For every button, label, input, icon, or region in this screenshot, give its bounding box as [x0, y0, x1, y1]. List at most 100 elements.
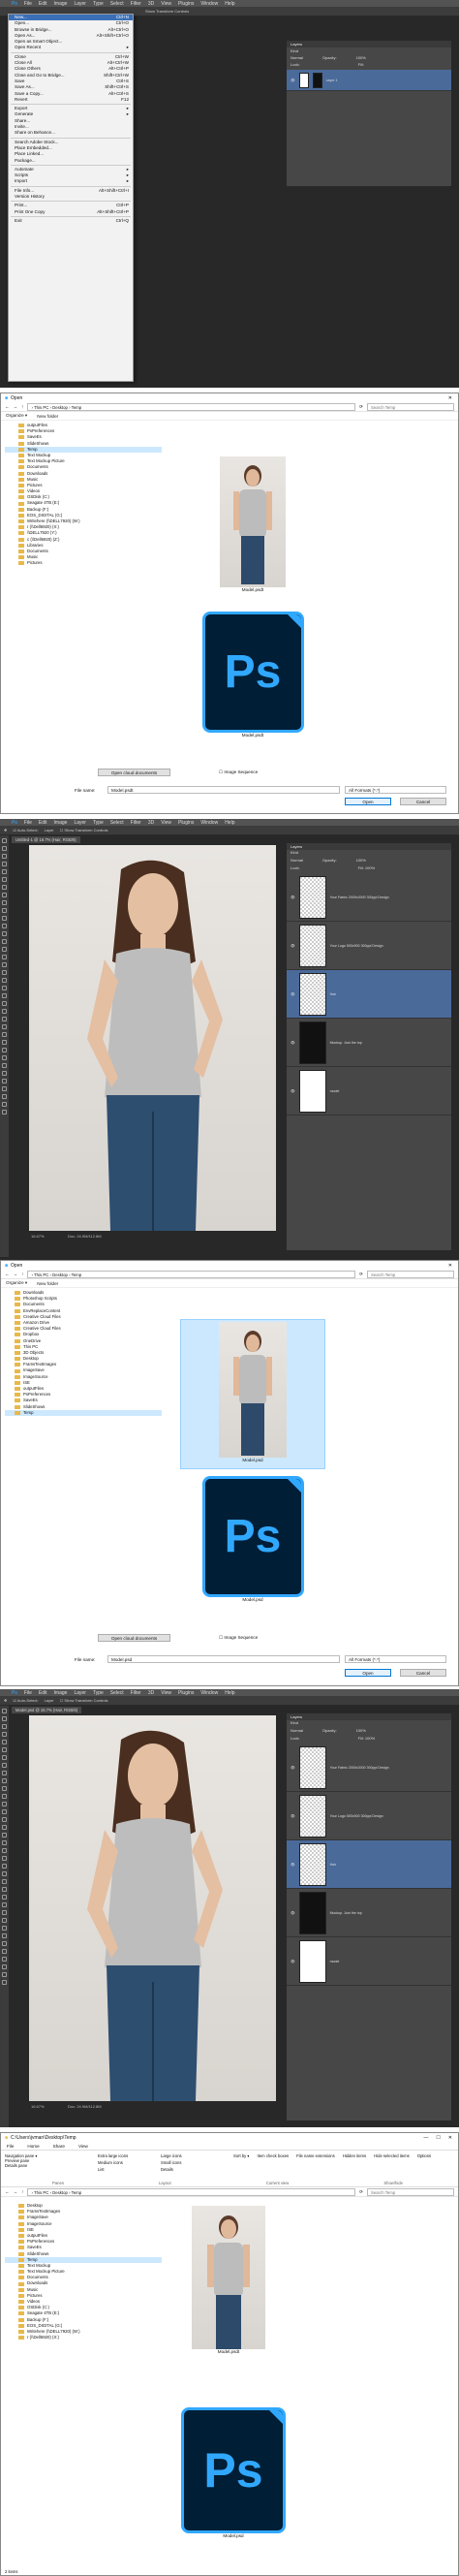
- forward-icon[interactable]: →: [14, 1272, 18, 1276]
- menu-filter[interactable]: Filter: [131, 1690, 141, 1696]
- tool-icon[interactable]: [2, 1055, 7, 1060]
- kind-filter[interactable]: Kind: [291, 850, 298, 855]
- opacity-value[interactable]: 100%: [356, 858, 366, 865]
- menu-filter[interactable]: Filter: [131, 1, 141, 7]
- tool-icon[interactable]: [2, 1802, 7, 1806]
- tool-icon[interactable]: [2, 1110, 7, 1115]
- menu-filter[interactable]: Filter: [131, 820, 141, 826]
- layout-option[interactable]: Extra large icons: [98, 2153, 161, 2158]
- canvas[interactable]: [29, 845, 276, 1231]
- ribbon-tab-view[interactable]: View: [78, 2144, 88, 2149]
- transform-checkbox[interactable]: Show Transform Controls: [145, 9, 189, 14]
- tool-icon[interactable]: [2, 893, 7, 897]
- image-sequence-checkbox[interactable]: ☐ Image Sequence: [219, 1635, 258, 1641]
- cancel-button[interactable]: Cancel: [400, 798, 446, 805]
- tool-icon[interactable]: [2, 955, 7, 959]
- menu-plugins[interactable]: Plugins: [178, 1, 194, 7]
- eye-icon[interactable]: 👁: [291, 1814, 295, 1818]
- eye-icon[interactable]: 👁: [291, 1089, 295, 1093]
- search-input[interactable]: Search Temp: [367, 402, 454, 411]
- eye-icon[interactable]: 👁: [291, 1911, 295, 1915]
- menu-help[interactable]: Help: [225, 1, 234, 7]
- tool-icon[interactable]: [2, 838, 7, 843]
- canvas[interactable]: [29, 1715, 276, 2101]
- menu-item[interactable]: Open Recent ▸: [9, 45, 133, 50]
- tool-icon[interactable]: [2, 970, 7, 975]
- ribbon-tab-share[interactable]: Share: [53, 2144, 65, 2149]
- up-icon[interactable]: ↑: [21, 1272, 23, 1276]
- tool-icon[interactable]: [2, 1079, 7, 1084]
- menu-layer[interactable]: Layer: [74, 1, 86, 7]
- close-icon[interactable]: ✕: [448, 1263, 452, 1269]
- menu-image[interactable]: Image: [54, 1690, 68, 1696]
- path-box[interactable]: › This PC › Desktop › Temp: [27, 2187, 356, 2196]
- tool-icon[interactable]: [2, 1094, 7, 1099]
- tool-icon[interactable]: [2, 908, 7, 913]
- path-box[interactable]: › This PC › Desktop › Temp: [27, 1270, 356, 1278]
- forward-icon[interactable]: →: [14, 2189, 18, 2194]
- tool-icon[interactable]: [2, 1833, 7, 1838]
- new-folder-button[interactable]: New folder: [37, 414, 58, 419]
- menu-help[interactable]: Help: [225, 820, 234, 826]
- document-tab[interactable]: Model.psd @ 16.7% (Hair, RGB/8): [12, 1707, 82, 1713]
- tool-icon[interactable]: [2, 1918, 7, 1923]
- tool-icon[interactable]: [2, 986, 7, 990]
- tool-icon[interactable]: [2, 947, 7, 952]
- auto-select-checkbox[interactable]: ☑ Auto-Select:: [13, 828, 38, 832]
- tool-icon[interactable]: [2, 1024, 7, 1029]
- tool-icon[interactable]: [2, 1102, 7, 1107]
- layer-row[interactable]: 👁 Your Logo 500x500 300ppi Design: [287, 922, 451, 970]
- open-cloud-button[interactable]: Open cloud documents: [98, 769, 170, 776]
- format-select[interactable]: All Formats (*.*): [345, 1655, 446, 1663]
- organize-button[interactable]: Organize ▾: [6, 1280, 27, 1286]
- tool-icon[interactable]: [2, 1856, 7, 1861]
- layer-row[interactable]: 👁 Layer 1: [287, 70, 451, 91]
- menu-item[interactable]: Print One Copy Alt+Shift+Ctrl+P: [9, 209, 133, 215]
- blend-mode[interactable]: Normal: [291, 55, 303, 60]
- tool-icon[interactable]: [2, 1840, 7, 1845]
- menu-3d[interactable]: 3D: [148, 1690, 154, 1696]
- tool-icon[interactable]: [2, 1716, 7, 1721]
- layout-option[interactable]: List: [98, 2167, 161, 2172]
- tool-icon[interactable]: [2, 869, 7, 874]
- tool-icon[interactable]: [2, 1848, 7, 1853]
- eye-icon[interactable]: 👁: [291, 1960, 295, 1963]
- tool-icon[interactable]: [2, 1817, 7, 1822]
- tool-icon[interactable]: [2, 1879, 7, 1884]
- layer-row[interactable]: 👁 Your Logo 500x500 300ppi Design: [287, 1792, 451, 1840]
- blend-mode[interactable]: Normal: [291, 1728, 303, 1736]
- menu-plugins[interactable]: Plugins: [178, 1690, 194, 1696]
- cancel-button[interactable]: Cancel: [400, 1669, 446, 1677]
- tool-icon[interactable]: [2, 1794, 7, 1799]
- tool-icon[interactable]: [2, 846, 7, 851]
- tool-icon[interactable]: [2, 1755, 7, 1760]
- layout-option[interactable]: Medium icons: [98, 2160, 161, 2165]
- menu-layer[interactable]: Layer: [74, 1690, 86, 1696]
- file-tile[interactable]: Ps Model.psd: [175, 2407, 291, 2562]
- filename-input[interactable]: Model.psd: [107, 1655, 340, 1663]
- view-option[interactable]: Hide selected items: [374, 2153, 410, 2158]
- organize-button[interactable]: Organize ▾: [6, 413, 27, 419]
- back-icon[interactable]: ←: [5, 1272, 10, 1276]
- tool-icon[interactable]: [2, 1871, 7, 1876]
- view-option[interactable]: Item check boxes: [258, 2153, 290, 2158]
- menu-plugins[interactable]: Plugins: [178, 820, 194, 826]
- opacity-value[interactable]: 100%: [356, 1728, 366, 1736]
- layer-select[interactable]: Layer: [45, 828, 54, 832]
- tool-icon[interactable]: [2, 1941, 7, 1946]
- menu-layer[interactable]: Layer: [74, 820, 86, 826]
- menu-file[interactable]: File: [24, 1, 32, 7]
- menu-file[interactable]: File: [24, 1690, 32, 1696]
- tool-icon[interactable]: [2, 1864, 7, 1869]
- tool-icon[interactable]: [2, 978, 7, 983]
- tool-icon[interactable]: [2, 1763, 7, 1768]
- tool-icon[interactable]: [2, 1964, 7, 1969]
- eye-icon[interactable]: 👁: [291, 1766, 295, 1770]
- open-button[interactable]: Open: [345, 1669, 391, 1677]
- file-tile[interactable]: Ps Model.psdt: [195, 612, 311, 757]
- up-icon[interactable]: ↑: [21, 404, 23, 409]
- menu-edit[interactable]: Edit: [39, 1, 47, 7]
- tree-item[interactable]: r (\\Dell6920) (X:): [5, 2335, 162, 2340]
- tool-icon[interactable]: [2, 1887, 7, 1892]
- tool-icon[interactable]: [2, 962, 7, 967]
